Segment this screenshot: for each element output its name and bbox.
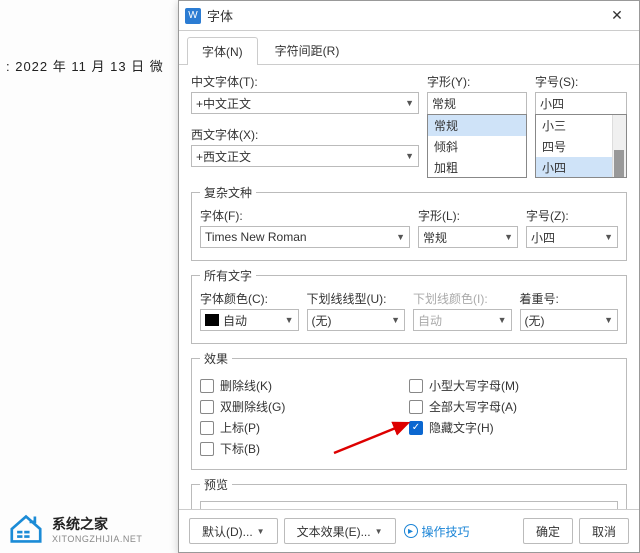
underline-combo[interactable]: (无) ▼: [307, 309, 406, 331]
font-color-value: 自动: [223, 312, 247, 329]
chevron-down-icon: ▼: [604, 232, 613, 242]
font-color-combo[interactable]: 自动 ▼: [200, 309, 299, 331]
complex-size-value: 小四: [531, 229, 555, 246]
size-label: 字号(S):: [535, 73, 627, 90]
complex-style-label: 字形(L):: [418, 207, 518, 224]
allcaps-checkbox[interactable]: [409, 400, 423, 414]
watermark: 系统之家 XITONGZHIJIA.NET: [8, 513, 142, 545]
chevron-down-icon: ▼: [604, 315, 613, 325]
preview-legend: 预览: [200, 476, 232, 493]
effects-legend: 效果: [200, 350, 232, 367]
latin-font-value: +西文正文: [196, 148, 251, 165]
close-icon: ✕: [611, 7, 623, 24]
ok-button[interactable]: 确定: [523, 518, 573, 544]
watermark-url: XITONGZHIJIA.NET: [52, 534, 142, 544]
style-option[interactable]: 倾斜: [428, 136, 526, 157]
default-button[interactable]: 默认(D)...▼: [189, 518, 278, 544]
app-icon: W: [185, 8, 201, 24]
style-option[interactable]: 常规: [428, 115, 526, 136]
all-text-legend: 所有文字: [200, 267, 256, 284]
complex-scripts-group: 复杂文种 字体(F): Times New Roman ▼ 字形(L): 常规 …: [191, 184, 627, 261]
dialog-title: 字体: [207, 6, 233, 25]
tab-font[interactable]: 字体(N): [187, 37, 258, 65]
play-icon: ▸: [404, 524, 418, 538]
complex-font-label: 字体(F):: [200, 207, 410, 224]
tab-spacing[interactable]: 字符间距(R): [260, 36, 355, 64]
preview-box: [200, 501, 618, 509]
strike-checkbox[interactable]: [200, 379, 214, 393]
complex-font-value: Times New Roman: [205, 230, 307, 244]
operation-tips-link[interactable]: ▸ 操作技巧: [404, 523, 470, 540]
hidden-label: 隐藏文字(H): [429, 419, 494, 436]
hidden-checkbox[interactable]: ✓: [409, 421, 423, 435]
size-value: 小四: [540, 95, 564, 112]
chevron-down-icon: ▼: [391, 315, 400, 325]
chevron-down-icon: ▼: [498, 315, 507, 325]
emphasis-value: (无): [525, 312, 545, 329]
style-listbox[interactable]: 常规 倾斜 加粗: [427, 114, 527, 178]
complex-legend: 复杂文种: [200, 184, 256, 201]
cjk-font-label: 中文字体(T):: [191, 73, 419, 90]
watermark-name: 系统之家: [52, 514, 142, 534]
text-effect-button[interactable]: 文本效果(E)...▼: [284, 518, 396, 544]
chevron-down-icon: ▼: [396, 232, 405, 242]
color-swatch: [205, 314, 219, 326]
cjk-font-combo[interactable]: +中文正文 ▼: [191, 92, 419, 114]
preview-group: 预览: [191, 476, 627, 509]
chevron-down-icon: ▼: [405, 98, 414, 108]
style-input[interactable]: 常规: [427, 92, 527, 114]
style-value: 常规: [432, 95, 456, 112]
superscript-label: 上标(P): [220, 419, 260, 436]
complex-size-label: 字号(Z):: [526, 207, 618, 224]
chevron-down-icon: ▼: [504, 232, 513, 242]
complex-font-combo[interactable]: Times New Roman ▼: [200, 226, 410, 248]
smallcaps-checkbox[interactable]: [409, 379, 423, 393]
house-icon: [8, 513, 44, 545]
size-input[interactable]: 小四: [535, 92, 627, 114]
size-listbox[interactable]: 小三 四号 小四: [535, 114, 627, 178]
emphasis-combo[interactable]: (无) ▼: [520, 309, 619, 331]
font-dialog: W 字体 ✕ 字体(N) 字符间距(R) 中文字体(T): +中文正文 ▼ 西文…: [178, 0, 640, 553]
underline-color-label: 下划线颜色(I):: [413, 290, 512, 307]
titlebar: W 字体 ✕: [179, 1, 639, 31]
chevron-down-icon: ▼: [285, 315, 294, 325]
all-text-group: 所有文字 字体颜色(C): 自动 ▼ 下划线线型(U): (无) ▼: [191, 267, 627, 344]
underline-value: (无): [312, 312, 332, 329]
complex-style-combo[interactable]: 常规 ▼: [418, 226, 518, 248]
document-text: : 2022 年 11 月 13 日 微: [6, 56, 164, 75]
cancel-button[interactable]: 取消: [579, 518, 629, 544]
underline-color-combo: 自动 ▼: [413, 309, 512, 331]
chevron-down-icon: ▼: [405, 151, 414, 161]
double-strike-label: 双删除线(G): [220, 398, 285, 415]
scrollbar[interactable]: [612, 115, 626, 177]
superscript-checkbox[interactable]: [200, 421, 214, 435]
complex-size-combo[interactable]: 小四 ▼: [526, 226, 618, 248]
tabstrip: 字体(N) 字符间距(R): [179, 31, 639, 65]
latin-font-label: 西文字体(X):: [191, 126, 419, 143]
subscript-checkbox[interactable]: [200, 442, 214, 456]
operation-tips-label: 操作技巧: [422, 523, 470, 540]
allcaps-label: 全部大写字母(A): [429, 398, 517, 415]
style-label: 字形(Y):: [427, 73, 527, 90]
chevron-down-icon: ▼: [257, 527, 265, 536]
underline-label: 下划线线型(U):: [307, 290, 406, 307]
smallcaps-label: 小型大写字母(M): [429, 377, 519, 394]
latin-font-combo[interactable]: +西文正文 ▼: [191, 145, 419, 167]
underline-color-value: 自动: [418, 312, 442, 329]
double-strike-checkbox[interactable]: [200, 400, 214, 414]
cjk-font-value: +中文正文: [196, 95, 251, 112]
style-option[interactable]: 加粗: [428, 157, 526, 178]
font-color-label: 字体颜色(C):: [200, 290, 299, 307]
close-button[interactable]: ✕: [595, 1, 639, 31]
emphasis-label: 着重号:: [520, 290, 619, 307]
chevron-down-icon: ▼: [375, 527, 383, 536]
complex-style-value: 常规: [423, 229, 447, 246]
subscript-label: 下标(B): [220, 440, 260, 457]
button-bar: 默认(D)...▼ 文本效果(E)...▼ ▸ 操作技巧 确定 取消: [179, 509, 639, 552]
effects-group: 效果 删除线(K) 双删除线(G) 上标(P) 下标(B) 小型大写字母(M) …: [191, 350, 627, 470]
strike-label: 删除线(K): [220, 377, 272, 394]
scrollbar-thumb[interactable]: [614, 150, 624, 178]
